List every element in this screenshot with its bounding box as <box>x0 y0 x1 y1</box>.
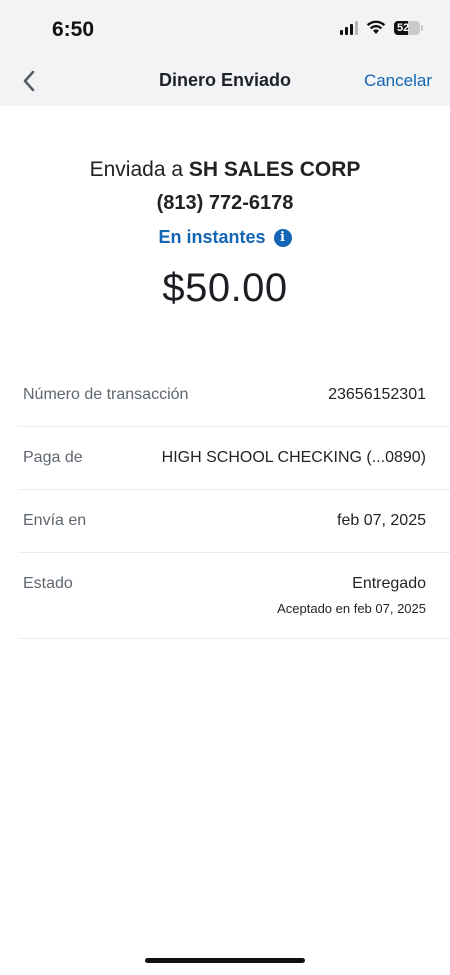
nav-bar: Dinero Enviado Cancelar <box>0 56 450 106</box>
info-icon[interactable]: i <box>273 228 292 247</box>
status-value: Entregado <box>352 575 426 592</box>
wifi-icon <box>366 20 386 34</box>
send-date-value: feb 07, 2025 <box>337 512 426 529</box>
transfer-summary: Enviada a SH SALES CORP (813) 772-6178 E… <box>0 158 450 311</box>
from-account-label: Paga de <box>23 449 83 466</box>
delivery-speed-label: En instantes <box>158 227 266 247</box>
detail-row-send-date: Envía en feb 07, 2025 <box>18 490 450 553</box>
transaction-details: Número de transacción 23656152301 Paga d… <box>18 364 450 639</box>
recipient-name: SH SALES CORP <box>188 158 361 181</box>
send-date-label: Envía en <box>23 512 87 529</box>
transaction-number-label: Número de transacción <box>23 386 189 403</box>
cancel-button[interactable]: Cancelar <box>364 71 432 91</box>
transaction-number-value: 23656152301 <box>328 386 426 403</box>
transfer-amount: $50.00 <box>162 266 288 310</box>
status-icons: 52 <box>340 20 423 35</box>
home-indicator[interactable] <box>145 958 305 963</box>
status-label: Estado <box>23 575 73 592</box>
cellular-signal-icon <box>340 20 358 35</box>
sent-to-line: Enviada a SH SALES CORP <box>0 158 450 182</box>
status-time: 6:50 <box>52 18 95 41</box>
from-account-value: HIGH SCHOOL CHECKING (...0890) <box>161 449 426 466</box>
sent-prefix: Enviada a <box>89 158 184 181</box>
recipient-phone: (813) 772-6178 <box>156 192 294 214</box>
status-accepted-date: Aceptado en feb 07, 2025 <box>277 601 426 616</box>
detail-row-from-account: Paga de HIGH SCHOOL CHECKING (...0890) <box>18 427 450 490</box>
battery-icon: 52 <box>394 20 423 35</box>
detail-row-status: Estado Entregado Aceptado en feb 07, 202… <box>18 553 450 639</box>
delivery-speed[interactable]: En instantes i <box>158 227 292 248</box>
battery-level: 52 <box>397 21 410 34</box>
detail-row-transaction: Número de transacción 23656152301 <box>18 364 450 427</box>
status-bar: 6:50 52 <box>0 0 450 56</box>
